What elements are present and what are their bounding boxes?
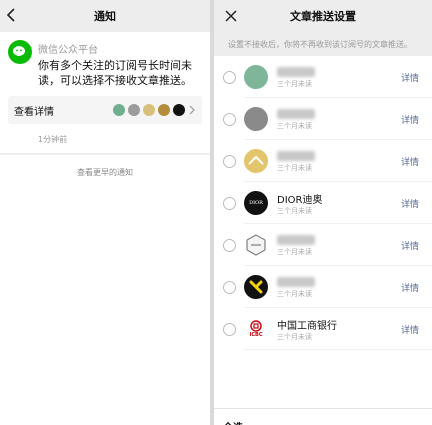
account-avatars (113, 104, 196, 116)
details-link[interactable]: 详情 (401, 113, 419, 126)
account-logo (244, 149, 268, 173)
view-details-label: 查看详情 (14, 106, 54, 118)
account-logo (244, 107, 268, 131)
list-item: 三个月未读 详情 (214, 266, 432, 308)
notification-source: 微信公众平台 (38, 45, 98, 56)
list-spacer (214, 350, 432, 408)
details-link[interactable]: 详情 (401, 197, 419, 210)
account-avatar (113, 104, 125, 116)
account-avatar (173, 104, 185, 116)
details-link[interactable]: 详情 (401, 71, 419, 84)
account-list: 三个月未读 详情 三个月未读 详情 三个月未读 详情 DIOR DIOR迪奥 三… (214, 56, 432, 350)
account-name-blurred (277, 151, 315, 161)
settings-header: 文章推送设置 (214, 0, 432, 32)
list-item: 三个月未读 详情 (214, 56, 432, 98)
dior-logo: DIOR (244, 191, 268, 215)
account-logo (244, 275, 268, 299)
notification-message: 你有多个关注的订阅号长时间未读，可以选择不接收文章推送。 (38, 59, 192, 87)
push-settings-panel: 文章推送设置 设置不接收后，你将不再收到该订阅号的文章推送。 三个月未读 详情 … (214, 0, 432, 425)
account-status: 三个月未读 (277, 122, 312, 130)
account-name: 中国工商银行 (277, 320, 337, 332)
account-status: 三个月未读 (277, 332, 312, 341)
settings-notice: 设置不接收后，你将不再收到该订阅号的文章推送。 (228, 39, 412, 49)
account-status: 三个月未读 (277, 164, 312, 172)
notification-panel: 通知 微信公众平台 你有多个关注的订阅号长时间未读，可以选择不接收文章推送。 查… (0, 0, 210, 425)
account-logo (244, 65, 268, 89)
select-radio[interactable] (223, 322, 236, 336)
notification-header: 通知 (0, 0, 210, 32)
details-link[interactable]: 详情 (401, 155, 419, 168)
icbc-logo: ICBC (244, 317, 268, 341)
list-item: ICBC 中国工商银行 三个月未读 详情 (214, 308, 432, 350)
account-name-blurred (277, 277, 315, 287)
account-status: 三个月未读 (277, 206, 312, 215)
account-avatar (158, 104, 170, 116)
select-radio[interactable] (223, 238, 236, 252)
account-status: 三个月未读 (277, 290, 312, 298)
close-icon[interactable] (224, 9, 238, 23)
empty-area (0, 190, 210, 425)
account-name-blurred (277, 67, 315, 77)
settings-title: 文章推送设置 (290, 10, 356, 23)
wechat-platform-icon (8, 40, 32, 64)
select-radio[interactable] (223, 70, 236, 84)
account-avatar (128, 104, 140, 116)
account-logo (244, 233, 268, 257)
list-item: 三个月未读 详情 (214, 224, 432, 266)
select-radio[interactable] (223, 154, 236, 168)
view-details-button[interactable]: 查看详情 (8, 96, 202, 124)
details-link[interactable]: 详情 (401, 323, 419, 336)
account-status: 三个月未读 (277, 248, 312, 256)
details-link[interactable]: 详情 (401, 281, 419, 294)
account-status: 三个月未读 (277, 80, 312, 88)
notification-card: 微信公众平台 你有多个关注的订阅号长时间未读，可以选择不接收文章推送。 查看详情… (0, 32, 210, 153)
select-radio[interactable] (223, 196, 236, 210)
select-radio[interactable] (223, 112, 236, 126)
chevron-right-icon (189, 105, 195, 115)
list-item: 三个月未读 详情 (214, 140, 432, 182)
view-earlier-notifications-link[interactable]: 查看更早的通知 (0, 154, 210, 190)
select-all-button[interactable]: 全选 (214, 408, 432, 425)
list-item: DIOR DIOR迪奥 三个月未读 详情 (214, 182, 432, 224)
select-radio[interactable] (223, 280, 236, 294)
notification-time: 1分钟前 (38, 135, 68, 144)
back-arrow-icon[interactable] (4, 7, 20, 23)
account-avatar (143, 104, 155, 116)
account-name: DIOR迪奥 (277, 194, 323, 206)
details-link[interactable]: 详情 (401, 239, 419, 252)
account-name-blurred (277, 109, 315, 119)
page-title: 通知 (94, 10, 116, 23)
list-item: 三个月未读 详情 (214, 98, 432, 140)
account-name-blurred (277, 235, 315, 245)
